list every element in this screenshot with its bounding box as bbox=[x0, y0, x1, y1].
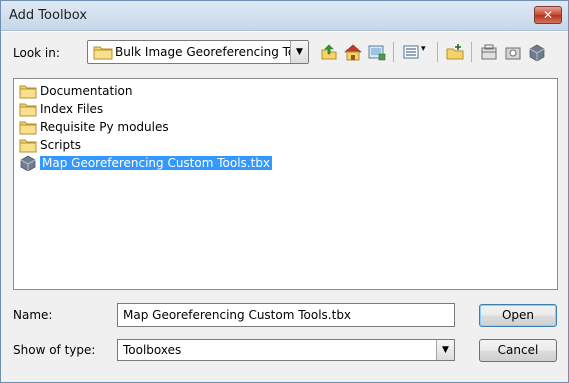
close-icon: ✕ bbox=[542, 8, 554, 22]
type-label: Show of type: bbox=[13, 343, 96, 357]
up-one-level-icon[interactable] bbox=[319, 42, 339, 62]
name-input[interactable] bbox=[117, 303, 455, 327]
connect-folder-icon[interactable] bbox=[367, 42, 387, 62]
look-in-dropdown[interactable]: Bulk Image Georeferencing Tool ▼ bbox=[87, 40, 309, 64]
list-item-label: Requisite Py modules bbox=[40, 120, 169, 134]
list-item[interactable]: Requisite Py modules bbox=[19, 118, 169, 136]
folder-icon bbox=[19, 139, 37, 153]
type-value: Toolboxes bbox=[123, 343, 182, 357]
folder-icon bbox=[93, 46, 113, 60]
dialog-body: Look in: Bulk Image Georeferencing Tool … bbox=[1, 32, 568, 382]
folder-icon bbox=[19, 121, 37, 135]
chevron-down-icon[interactable]: ▾ bbox=[421, 44, 433, 64]
toolbar-separator bbox=[471, 42, 472, 62]
toolbox-catalog-icon[interactable] bbox=[503, 42, 523, 62]
toolbar-separator bbox=[437, 42, 438, 62]
look-in-value: Bulk Image Georeferencing Tool bbox=[115, 45, 306, 59]
cancel-button[interactable]: Cancel bbox=[479, 339, 557, 362]
list-item[interactable]: Index Files bbox=[19, 100, 103, 118]
list-item-label: Scripts bbox=[40, 138, 82, 152]
chevron-down-icon[interactable]: ▼ bbox=[436, 340, 454, 360]
list-item-label: Map Georeferencing Custom Tools.tbx bbox=[40, 156, 273, 170]
new-folder-icon[interactable] bbox=[445, 42, 465, 62]
toolbox-icon bbox=[20, 155, 36, 171]
home-icon[interactable] bbox=[343, 42, 363, 62]
close-button[interactable]: ✕ bbox=[534, 6, 562, 24]
type-dropdown[interactable]: Toolboxes ▼ bbox=[117, 339, 455, 361]
list-item-label: Documentation bbox=[40, 84, 133, 98]
list-item-selected[interactable]: Map Georeferencing Custom Tools.tbx bbox=[19, 154, 273, 172]
new-toolbox-icon[interactable] bbox=[479, 42, 499, 62]
list-item[interactable]: Scripts bbox=[19, 136, 81, 154]
open-button[interactable]: Open bbox=[479, 304, 557, 327]
name-label: Name: bbox=[13, 308, 53, 322]
file-list[interactable]: Documentation Index Files Requisite Py m… bbox=[13, 78, 558, 290]
folder-icon bbox=[19, 103, 37, 117]
look-in-label: Look in: bbox=[13, 46, 60, 60]
title-bar[interactable]: Add Toolbox ✕ bbox=[1, 1, 568, 31]
toolbar-separator bbox=[393, 42, 394, 62]
list-item-label: Index Files bbox=[40, 102, 104, 116]
dialog-title: Add Toolbox bbox=[9, 8, 88, 23]
chevron-down-icon[interactable]: ▼ bbox=[290, 41, 308, 63]
list-item[interactable]: Documentation bbox=[19, 82, 133, 100]
toolbox-options-icon[interactable] bbox=[527, 42, 547, 62]
add-toolbox-dialog: Add Toolbox ✕ Look in: Bulk Image Georef… bbox=[0, 0, 569, 383]
view-options-icon[interactable] bbox=[401, 42, 421, 62]
folder-icon bbox=[19, 85, 37, 99]
